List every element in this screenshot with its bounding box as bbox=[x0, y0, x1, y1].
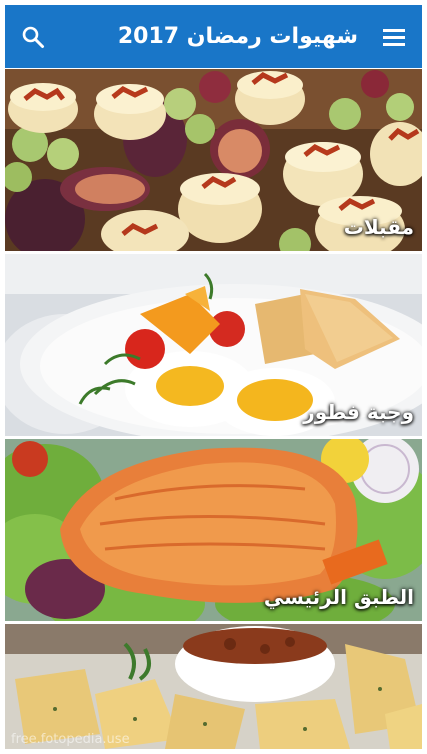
search-button[interactable] bbox=[5, 5, 61, 68]
category-card-breakfast[interactable]: وجبة فطور bbox=[5, 254, 422, 436]
category-label: الطبق الرئيسي bbox=[263, 585, 414, 609]
category-label: وجبة فطور bbox=[303, 400, 414, 424]
side-dish-image bbox=[5, 624, 422, 749]
category-label: مقبلات bbox=[343, 215, 414, 239]
category-card-side-dish[interactable]: free.fotopedia.use bbox=[5, 624, 422, 749]
app-screen: شهيوات رمضان 2017 مقبلات وجبة فطور الطبق… bbox=[5, 5, 422, 749]
search-icon bbox=[22, 26, 44, 48]
menu-button[interactable] bbox=[366, 5, 422, 68]
page-title: شهيوات رمضان 2017 bbox=[117, 24, 358, 49]
image-watermark: free.fotopedia.use bbox=[11, 732, 130, 747]
category-card-appetizers[interactable]: مقبلات bbox=[5, 69, 422, 251]
category-card-main-dish[interactable]: الطبق الرئيسي bbox=[5, 439, 422, 621]
menu-icon bbox=[383, 28, 405, 46]
app-bar: شهيوات رمضان 2017 bbox=[5, 5, 422, 68]
